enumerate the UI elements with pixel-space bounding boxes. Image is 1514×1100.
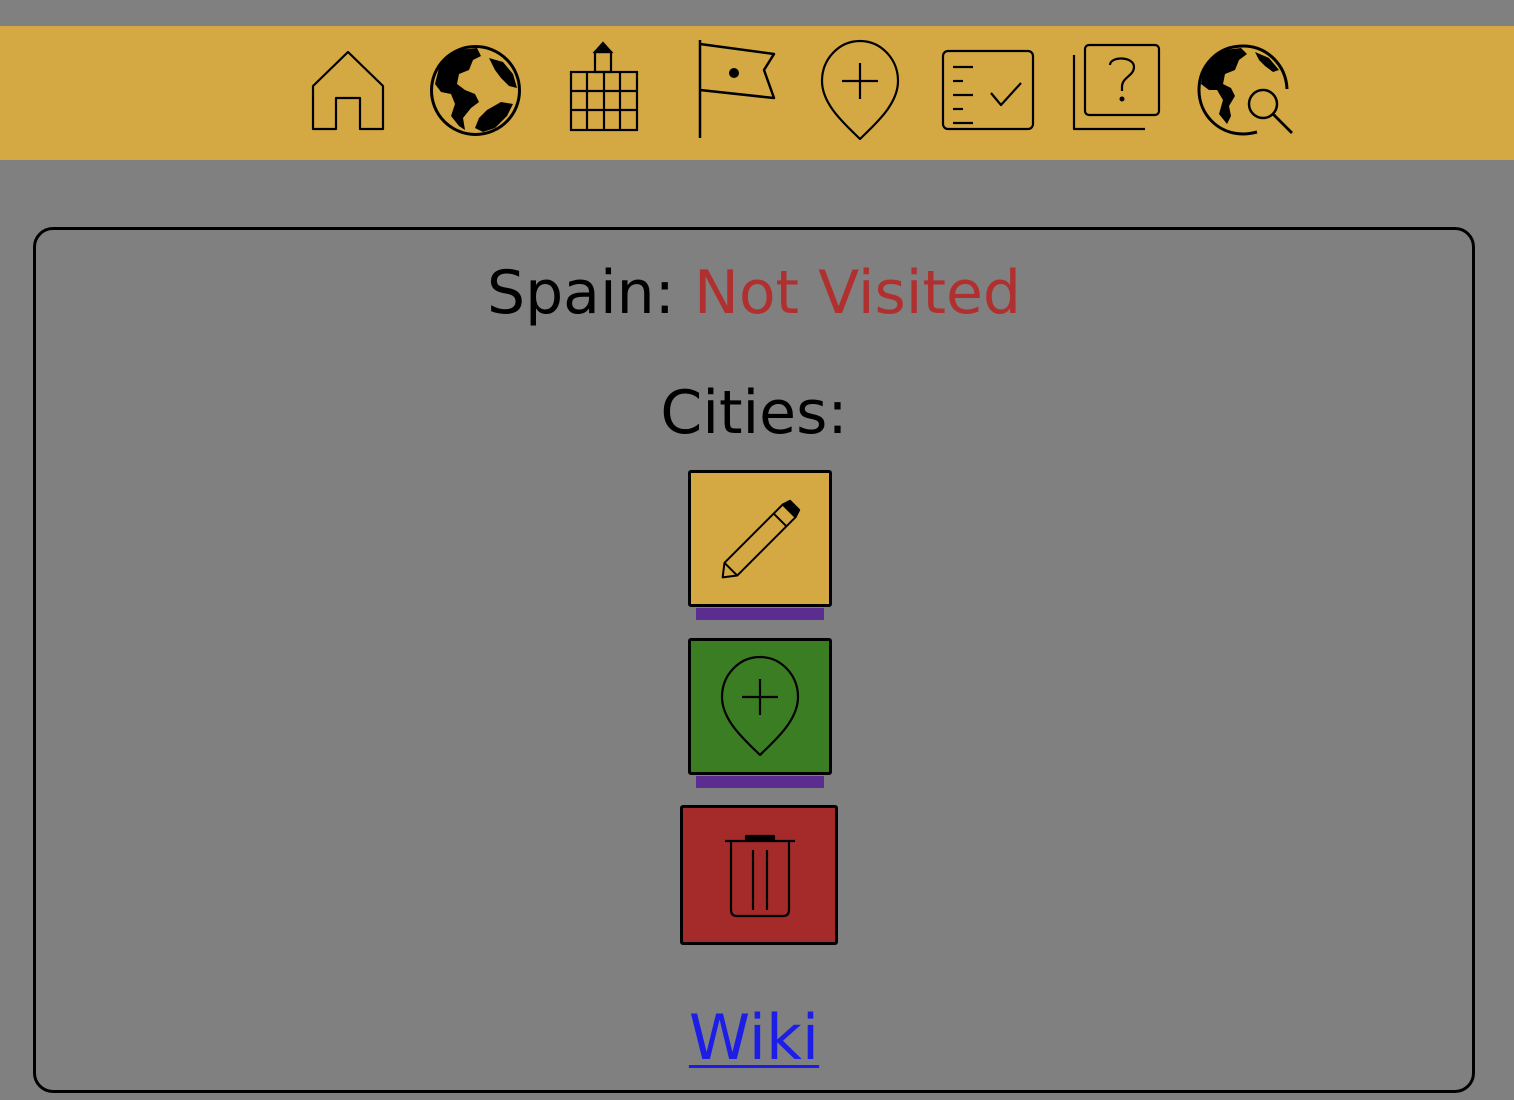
flag-icon[interactable] (694, 38, 776, 140)
add-city-button[interactable] (688, 638, 832, 775)
globe-search-icon[interactable] (1197, 44, 1295, 136)
edit-button[interactable] (688, 470, 832, 607)
globe-icon[interactable] (429, 44, 522, 137)
city-building-icon[interactable] (567, 34, 639, 132)
country-card: Spain: Not Visited Cities: Wiki (33, 227, 1475, 1093)
country-status-heading: Spain: Not Visited (36, 258, 1472, 328)
quiz-question-icon[interactable] (1071, 43, 1161, 131)
add-city-button-underline (696, 776, 824, 788)
top-navbar (0, 26, 1514, 160)
add-location-pin-icon (720, 655, 800, 757)
country-name: Spain: (487, 258, 675, 328)
edit-button-underline (696, 608, 824, 620)
checklist-icon[interactable] (941, 49, 1035, 131)
add-location-pin-icon[interactable] (820, 39, 900, 141)
trash-icon (725, 834, 795, 918)
cities-label: Cities: (660, 378, 848, 448)
pencil-icon (721, 499, 801, 579)
delete-button[interactable] (680, 805, 838, 945)
visit-status: Not Visited (693, 258, 1021, 328)
home-icon[interactable] (310, 50, 386, 131)
wiki-link[interactable]: Wiki (36, 1002, 1472, 1074)
